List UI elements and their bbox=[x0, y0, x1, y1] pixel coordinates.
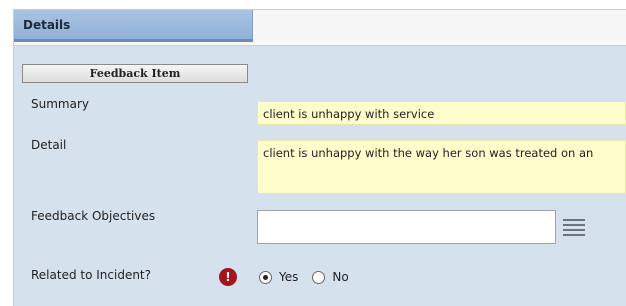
feedback-item-button[interactable]: Feedback Item bbox=[22, 64, 248, 83]
incident-radio-group: Yes No bbox=[259, 270, 363, 284]
feedback-objectives-input[interactable] bbox=[257, 210, 556, 244]
summary-label: Summary bbox=[31, 97, 89, 111]
related-to-incident-label: Related to Incident? bbox=[31, 268, 152, 282]
summary-field: client is unhappy with service bbox=[257, 101, 626, 125]
detail-field: client is unhappy with the way her son w… bbox=[257, 140, 626, 194]
exclamation-badge-icon: ! bbox=[219, 268, 237, 286]
radio-yes[interactable]: Yes bbox=[259, 270, 298, 284]
feedback-objectives-label: Feedback Objectives bbox=[31, 209, 156, 223]
details-frame: Details Feedback Item Summary client is … bbox=[13, 9, 626, 306]
radio-yes-circle[interactable] bbox=[259, 270, 272, 284]
radio-no-circle[interactable] bbox=[312, 270, 326, 284]
tab-details[interactable]: Details bbox=[14, 10, 253, 42]
tab-strip: Details bbox=[14, 10, 626, 46]
details-panel: Feedback Item Summary client is unhappy … bbox=[14, 46, 626, 306]
radio-no[interactable]: No bbox=[312, 270, 349, 284]
list-menu-icon[interactable] bbox=[563, 219, 585, 236]
radio-no-label: No bbox=[332, 270, 349, 284]
radio-yes-label: Yes bbox=[279, 270, 299, 284]
detail-label: Detail bbox=[31, 138, 67, 152]
